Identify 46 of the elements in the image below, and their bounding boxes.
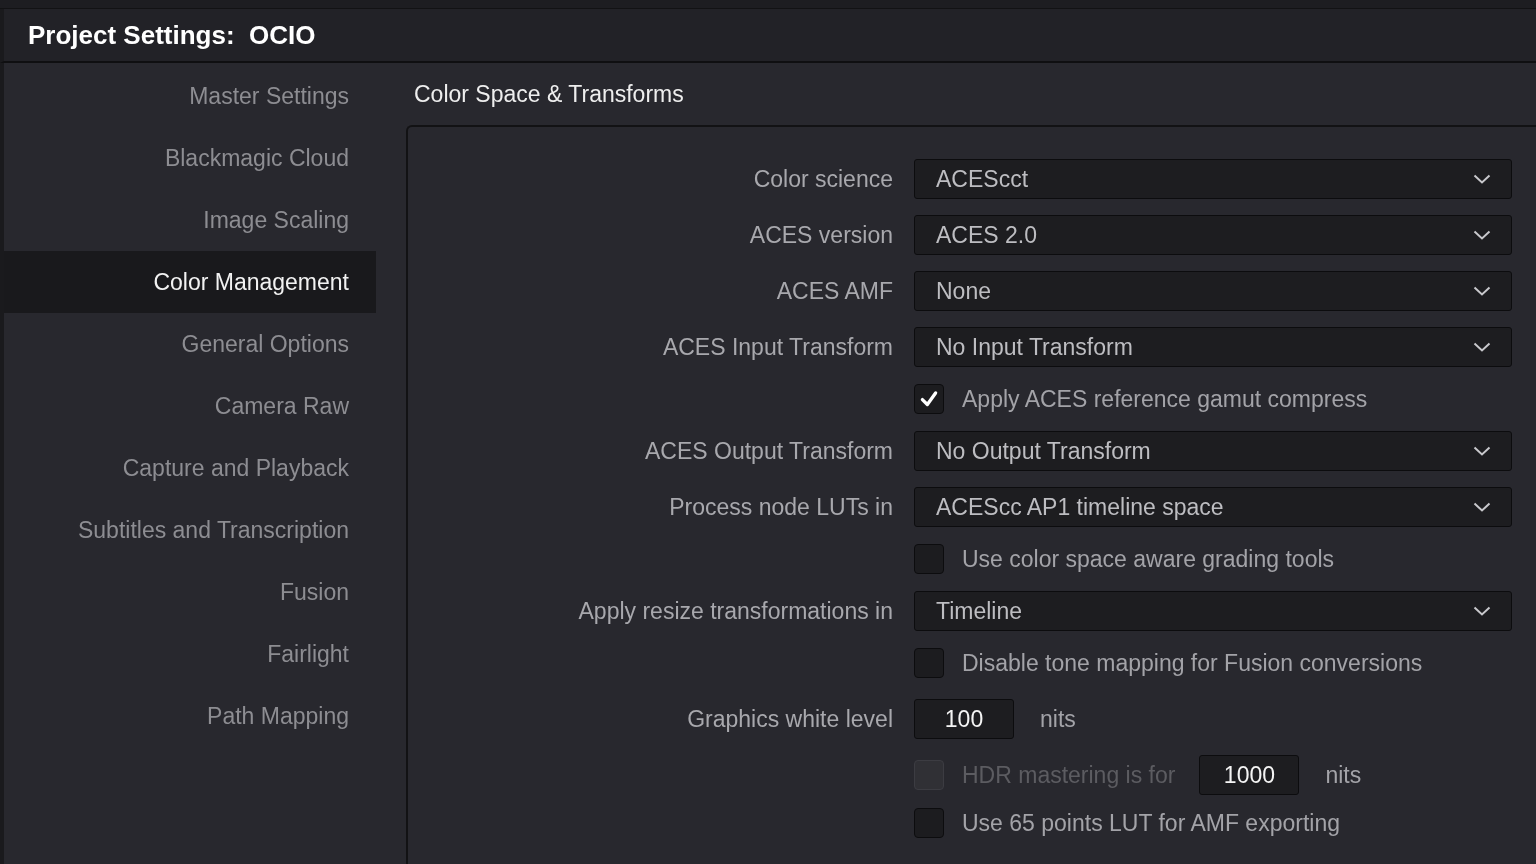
chevron-down-icon xyxy=(1473,286,1491,296)
field-label: ACES AMF xyxy=(776,277,893,305)
chevron-down-icon xyxy=(1473,606,1491,616)
unit-label: nits xyxy=(1325,761,1362,789)
field-label: Process node LUTs in xyxy=(669,493,893,521)
sidebar-item[interactable]: Camera Raw xyxy=(4,375,376,437)
unit-label: nits xyxy=(1040,705,1076,733)
field-label: Color science xyxy=(753,165,893,193)
checkbox-label: Use color space aware grading tools xyxy=(962,545,1335,573)
dropdown[interactable]: No Output Transform xyxy=(914,431,1512,471)
chevron-down-icon xyxy=(1473,502,1491,512)
field-label: ACES Input Transform xyxy=(662,333,893,361)
sidebar-item[interactable]: Fairlight xyxy=(4,623,376,685)
window-title: Project Settings: OCIO xyxy=(28,19,316,51)
sidebar-item[interactable]: Image Scaling xyxy=(4,189,376,251)
dropdown[interactable]: None xyxy=(914,271,1512,311)
checkbox-label: Apply ACES reference gamut compress xyxy=(962,385,1368,413)
checkbox[interactable] xyxy=(914,648,944,678)
field-label: Graphics white level xyxy=(687,705,893,733)
checkbox[interactable] xyxy=(914,544,944,574)
field-label: ACES Output Transform xyxy=(645,437,893,465)
sidebar-item[interactable]: Subtitles and Transcription xyxy=(4,499,376,561)
checkbox[interactable] xyxy=(914,384,944,414)
checkbox[interactable] xyxy=(914,808,944,838)
dropdown[interactable]: Timeline xyxy=(914,591,1512,631)
section-title: Color Space & Transforms xyxy=(413,79,684,109)
sidebar-item[interactable]: General Options xyxy=(4,313,376,375)
number-field[interactable]: 100 xyxy=(914,699,1014,739)
field-label: ACES version xyxy=(749,221,893,249)
sidebar-item[interactable]: Fusion xyxy=(4,561,376,623)
sidebar-item[interactable]: Capture and Playback xyxy=(4,437,376,499)
chevron-down-icon xyxy=(1473,174,1491,184)
dropdown[interactable]: ACEScc AP1 timeline space xyxy=(914,487,1512,527)
chevron-down-icon xyxy=(1473,342,1491,352)
checkbox-label: Use 65 points LUT for AMF exporting xyxy=(962,809,1340,837)
sidebar-item[interactable]: Master Settings xyxy=(4,65,376,127)
sidebar-item[interactable]: Path Mapping xyxy=(4,685,376,747)
dropdown[interactable]: ACES 2.0 xyxy=(914,215,1512,255)
dropdown[interactable]: No Input Transform xyxy=(914,327,1512,367)
chevron-down-icon xyxy=(1473,230,1491,240)
dropdown[interactable]: ACEScct xyxy=(914,159,1512,199)
checkbox-label: Disable tone mapping for Fusion conversions xyxy=(962,649,1423,677)
field-label: Apply resize transformations in xyxy=(578,597,893,625)
sidebar-item[interactable]: Blackmagic Cloud xyxy=(4,127,376,189)
chevron-down-icon xyxy=(1473,446,1491,456)
sidebar-item[interactable]: Color Management xyxy=(4,251,376,313)
